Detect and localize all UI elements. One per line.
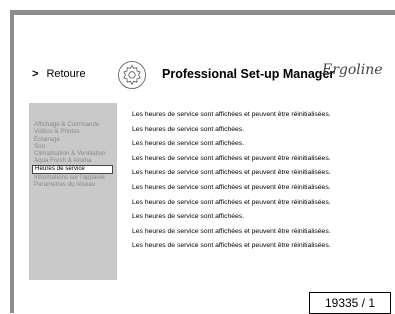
- status-line: Les heures de service sont affichées et …: [132, 111, 331, 118]
- sidebar-item-son[interactable]: Son: [34, 143, 113, 150]
- sidebar-item-affichage[interactable]: Affichage & Commande: [34, 121, 113, 128]
- sidebar-item-videos[interactable]: Vidéos & Photos: [34, 128, 113, 135]
- page-counter: 19335 / 1: [309, 292, 391, 314]
- page-title: Professional Set-up Manager: [162, 67, 335, 81]
- brand-logo: Ergoline: [322, 62, 383, 78]
- status-line: Les heures de service sont affichées et …: [132, 169, 331, 177]
- frame-left-border: [10, 10, 14, 313]
- status-line: Les heures de service sont affichées et …: [132, 183, 331, 191]
- status-line: Les heures de service sont affichées et …: [132, 242, 331, 250]
- sidebar: Affichage & Commande Vidéos & Photos Écl…: [29, 103, 117, 280]
- sidebar-list: Affichage & Commande Vidéos & Photos Écl…: [32, 121, 113, 188]
- sidebar-item-eclairage[interactable]: Éclairage: [34, 136, 113, 143]
- status-line: Les heures de service sont affichées et …: [132, 227, 331, 235]
- content-panel: Les heures de service sont affichées et …: [132, 108, 372, 254]
- sidebar-item-aqua-fresh[interactable]: Aqua Fresh & Aroma: [34, 157, 113, 164]
- frame-top-border: [10, 10, 395, 15]
- sidebar-item-reseau[interactable]: Paramètres du réseau: [34, 181, 113, 188]
- status-line: Les heures de service sont affichées.: [132, 213, 245, 221]
- status-line: Les heures de service sont affichées.: [132, 140, 245, 148]
- back-button-label: Retoure: [46, 68, 86, 80]
- sidebar-item-informations[interactable]: Informations sur l'appareil: [34, 174, 113, 181]
- gear-icon[interactable]: [117, 60, 147, 90]
- header-bar: > Retoure Professional Set-up Manager Erg…: [24, 58, 383, 92]
- chevron-right-icon: >: [32, 68, 39, 80]
- status-line: Les heures de service sont affichées et …: [132, 154, 331, 162]
- sidebar-item-climatisation[interactable]: Climatisation & Ventilation: [34, 150, 113, 157]
- status-line: Les heures de service sont affichées et …: [132, 198, 331, 206]
- back-button[interactable]: > Retoure: [32, 68, 86, 80]
- status-line: Les heures de service sont affichées.: [132, 125, 245, 133]
- sidebar-item-heures-de-service[interactable]: Heures de service: [32, 164, 113, 174]
